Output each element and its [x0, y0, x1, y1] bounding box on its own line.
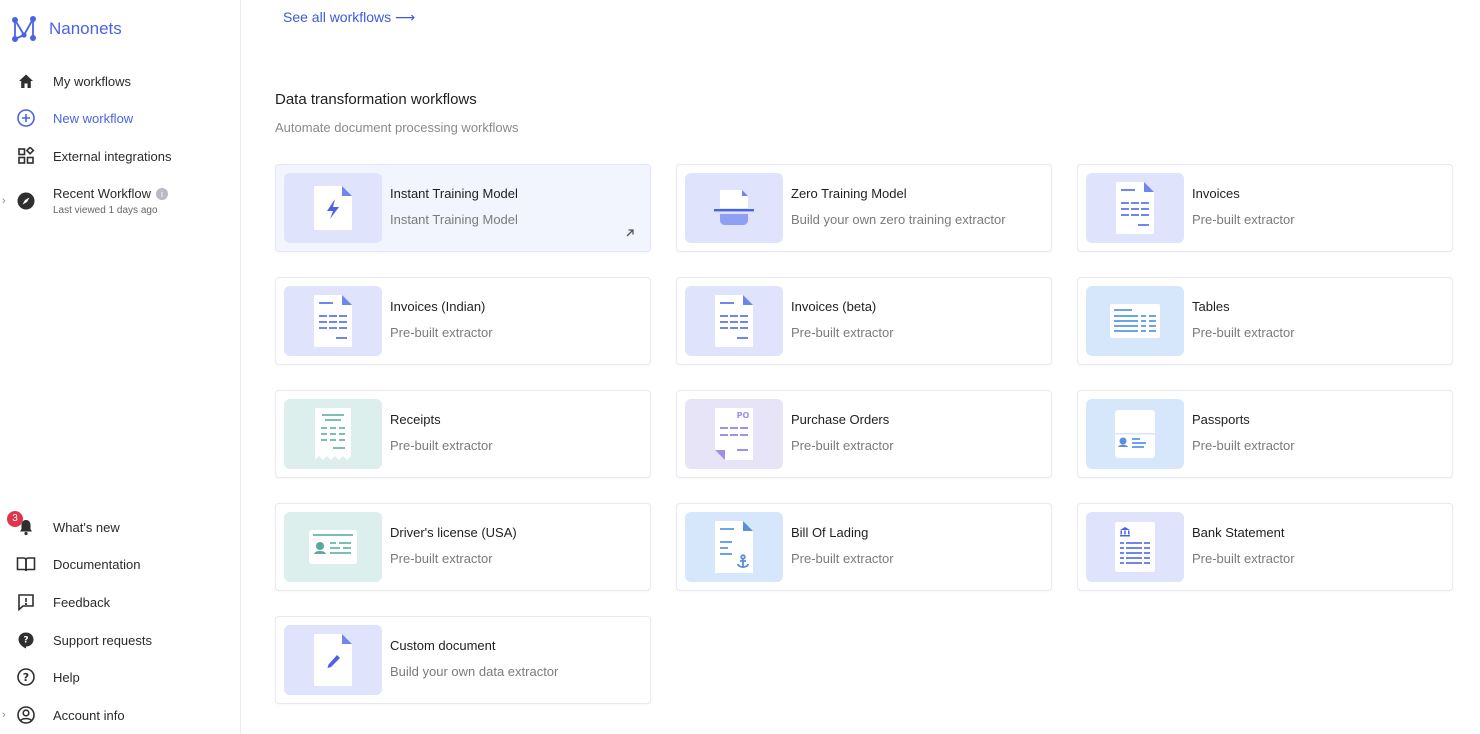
- card-subtitle: Pre-built extractor: [1192, 551, 1295, 566]
- sidebar-item-label: Account info: [53, 707, 125, 723]
- svg-text:PO: PO: [737, 411, 750, 420]
- card-title: Purchase Orders: [791, 412, 890, 427]
- invoice-icon: [1086, 173, 1184, 243]
- info-icon[interactable]: i: [156, 188, 169, 200]
- see-all-workflows-link[interactable]: See all workflows ⟶: [283, 9, 415, 26]
- workflow-card-purchase-orders[interactable]: PO Purchase Orders Pre-built extractor: [676, 390, 1052, 478]
- card-subtitle: Instant Training Model: [390, 212, 518, 227]
- sidebar-item-label: My workflows: [53, 73, 132, 89]
- sidebar-item-documentation[interactable]: Documentation: [0, 547, 240, 581]
- invoice-icon: [685, 286, 783, 356]
- chevron-right-icon[interactable]: ›: [2, 195, 6, 207]
- workflow-card-zero-training-model[interactable]: Zero Training Model Build your own zero …: [676, 164, 1052, 252]
- sidebar-item-account-info[interactable]: Account info: [0, 698, 240, 732]
- workflow-card-invoices[interactable]: Invoices Pre-built extractor: [1077, 164, 1453, 252]
- arrow-up-right-icon[interactable]: [624, 227, 636, 239]
- workflow-card-bill-of-lading[interactable]: Bill Of Lading Pre-built extractor: [676, 503, 1052, 591]
- compass-icon: [16, 191, 36, 211]
- card-title: Instant Training Model: [390, 186, 518, 201]
- lightning-doc-icon: [284, 173, 382, 243]
- workflow-card-custom-document[interactable]: Custom document Build your own data extr…: [275, 616, 651, 704]
- card-title: Custom document: [390, 638, 496, 653]
- invoice-icon: [284, 286, 382, 356]
- workflow-card-invoices-beta[interactable]: Invoices (beta) Pre-built extractor: [676, 277, 1052, 365]
- pencil-doc-icon: [284, 625, 382, 695]
- apps-grid-icon: [16, 146, 36, 166]
- scanner-icon: [685, 173, 783, 243]
- card-subtitle: Build your own zero training extractor: [791, 212, 1006, 227]
- svg-text:?: ?: [23, 671, 29, 684]
- id-card-icon: [284, 512, 382, 582]
- sidebar-item-new-workflow[interactable]: New workflow: [0, 101, 240, 135]
- card-subtitle: Pre-built extractor: [390, 551, 493, 566]
- table-icon: [1086, 286, 1184, 356]
- card-subtitle: Pre-built extractor: [390, 325, 493, 340]
- card-subtitle: Pre-built extractor: [1192, 438, 1295, 453]
- workflow-card-invoices-indian[interactable]: Invoices (Indian) Pre-built extractor: [275, 277, 651, 365]
- brand[interactable]: Nanonets: [10, 14, 122, 44]
- sidebar-item-my-workflows[interactable]: My workflows: [0, 64, 240, 98]
- sidebar-item-external-integrations[interactable]: External integrations: [0, 139, 240, 173]
- sidebar-item-label: Help: [53, 669, 80, 685]
- anchor-doc-icon: [685, 512, 783, 582]
- sidebar-item-support-requests[interactable]: ? Support requests: [0, 623, 240, 657]
- sidebar-item-label: External integrations: [53, 148, 172, 164]
- home-icon: [16, 71, 36, 91]
- nanonets-logo-icon: [12, 16, 36, 42]
- card-title: Tables: [1192, 299, 1230, 314]
- purchase-order-icon: PO: [685, 399, 783, 469]
- card-title: Invoices (Indian): [390, 299, 486, 314]
- workflow-card-drivers-license-usa[interactable]: Driver's license (USA) Pre-built extract…: [275, 503, 651, 591]
- bank-statement-icon: [1086, 512, 1184, 582]
- card-title: Invoices: [1192, 186, 1240, 201]
- help-icon: ?: [16, 667, 36, 687]
- card-title: Zero Training Model: [791, 186, 907, 201]
- card-title: Passports: [1192, 412, 1250, 427]
- section-title: Data transformation workflows: [275, 91, 477, 108]
- card-subtitle: Pre-built extractor: [791, 551, 894, 566]
- recent-workflow-subtitle: Last viewed 1 days ago: [53, 205, 158, 216]
- sidebar-item-label: Documentation: [53, 556, 141, 572]
- card-subtitle: Pre-built extractor: [1192, 212, 1295, 227]
- sidebar-item-label: What's new: [53, 519, 120, 535]
- workflow-card-passports[interactable]: Passports Pre-built extractor: [1077, 390, 1453, 478]
- card-subtitle: Build your own data extractor: [390, 664, 559, 679]
- passport-icon: [1086, 399, 1184, 469]
- recent-workflow-title: Recent Workflow i: [53, 186, 169, 201]
- receipt-icon: [284, 399, 382, 469]
- sidebar: Nanonets My workflows New workflow Exter…: [0, 0, 241, 734]
- card-subtitle: Pre-built extractor: [390, 438, 493, 453]
- sidebar-item-help[interactable]: ? Help: [0, 660, 240, 694]
- card-title: Receipts: [390, 412, 441, 427]
- notification-badge: 3: [7, 511, 23, 527]
- book-icon: [16, 554, 36, 574]
- card-title: Driver's license (USA): [390, 525, 517, 540]
- card-title: Invoices (beta): [791, 299, 877, 314]
- card-subtitle: Pre-built extractor: [1192, 325, 1295, 340]
- workflow-card-instant-training-model[interactable]: Instant Training Model Instant Training …: [275, 164, 651, 252]
- feedback-icon: [16, 592, 36, 612]
- workflow-card-bank-statement[interactable]: Bank Statement Pre-built extractor: [1077, 503, 1453, 591]
- sidebar-item-feedback[interactable]: Feedback: [0, 585, 240, 619]
- plus-circle-icon: [16, 108, 36, 128]
- workflow-card-receipts[interactable]: Receipts Pre-built extractor: [275, 390, 651, 478]
- section-subtitle: Automate document processing workflows: [275, 120, 519, 135]
- sidebar-item-whats-new[interactable]: What's new: [0, 510, 240, 544]
- card-subtitle: Pre-built extractor: [791, 325, 894, 340]
- sidebar-item-recent-workflow[interactable]: › Recent Workflow i Last viewed 1 days ag…: [0, 182, 240, 222]
- workflow-card-tables[interactable]: Tables Pre-built extractor: [1077, 277, 1453, 365]
- svg-text:?: ?: [23, 636, 28, 646]
- card-title: Bank Statement: [1192, 525, 1285, 540]
- sidebar-item-label: New workflow: [53, 110, 134, 126]
- sidebar-item-label: Feedback: [53, 594, 111, 610]
- brand-name: Nanonets: [49, 19, 122, 38]
- card-title: Bill Of Lading: [791, 525, 869, 540]
- recent-workflow-label: Recent Workflow: [53, 186, 152, 201]
- support-icon: ?: [16, 630, 36, 650]
- account-icon: [16, 705, 36, 725]
- card-subtitle: Pre-built extractor: [791, 438, 894, 453]
- sidebar-item-label: Support requests: [53, 632, 153, 648]
